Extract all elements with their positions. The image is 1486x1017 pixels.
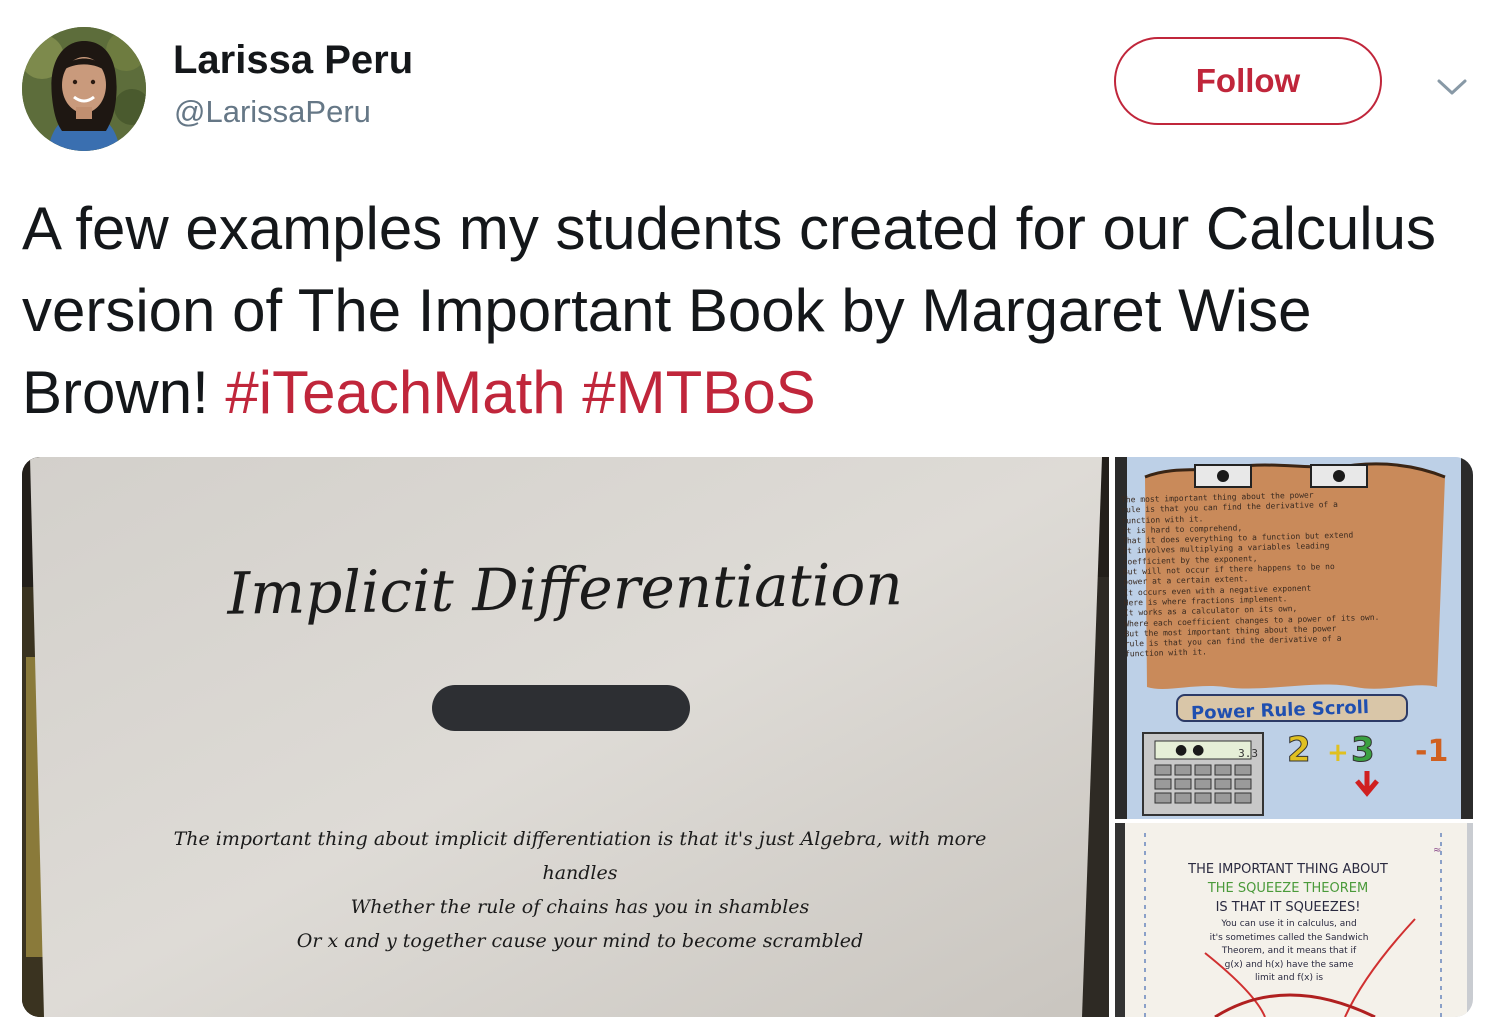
- author-avatar[interactable]: [22, 27, 146, 151]
- author-name[interactable]: Larissa Peru: [173, 38, 413, 83]
- hashtag-link[interactable]: #iTeachMath: [225, 359, 565, 426]
- squeeze-body-line: Theorem, and it means that if: [1221, 946, 1357, 957]
- calculator-display: 3.3: [1238, 747, 1258, 760]
- photo-body-line: handles: [542, 862, 618, 884]
- author-handle[interactable]: @LarissaPeru: [174, 94, 371, 130]
- scroll-text: The most important thing about the power…: [1121, 489, 1393, 661]
- squeeze-heading-line: THE SQUEEZE THEOREM: [1207, 881, 1369, 896]
- svg-text:≈: ≈: [1433, 845, 1441, 856]
- svg-text:2: 2: [1287, 730, 1311, 770]
- photo-body-line: The important thing about implicit diffe…: [173, 828, 987, 850]
- photo-body-line: Or x and y together cause your mind to b…: [296, 930, 864, 952]
- svg-text:+: +: [1327, 738, 1349, 768]
- tweet-text: A few examples my students created for o…: [22, 188, 1472, 434]
- photo-body-text: The important thing about implicit diffe…: [150, 822, 1010, 958]
- redaction-bar: [432, 685, 690, 731]
- follow-button[interactable]: Follow: [1114, 37, 1382, 125]
- photo-body-line: Whether the rule of chains has you in sh…: [350, 896, 810, 918]
- squeeze-body-line: it's sometimes called the Sandwich: [1209, 932, 1369, 943]
- svg-text:3: 3: [1351, 730, 1375, 770]
- squeeze-body-line: limit and f(x) is: [1254, 973, 1324, 984]
- squeeze-body: You can use it in calculus, and it's som…: [1178, 918, 1400, 986]
- svg-text:-1: -1: [1415, 734, 1448, 769]
- squeeze-body-line: You can use it in calculus, and: [1221, 919, 1357, 929]
- squeeze-heading-line: IS THAT IT SQUEEZES!: [1215, 900, 1361, 915]
- squeeze-body-line: g(x) and h(x) have the same: [1224, 959, 1354, 970]
- squeeze-heading: THE IMPORTANT THING ABOUT THE SQUEEZE TH…: [1168, 860, 1408, 917]
- hashtag-link[interactable]: #MTBoS: [582, 359, 815, 426]
- chevron-down-icon[interactable]: [1436, 76, 1468, 98]
- squeeze-heading-line: THE IMPORTANT THING ABOUT: [1188, 862, 1388, 877]
